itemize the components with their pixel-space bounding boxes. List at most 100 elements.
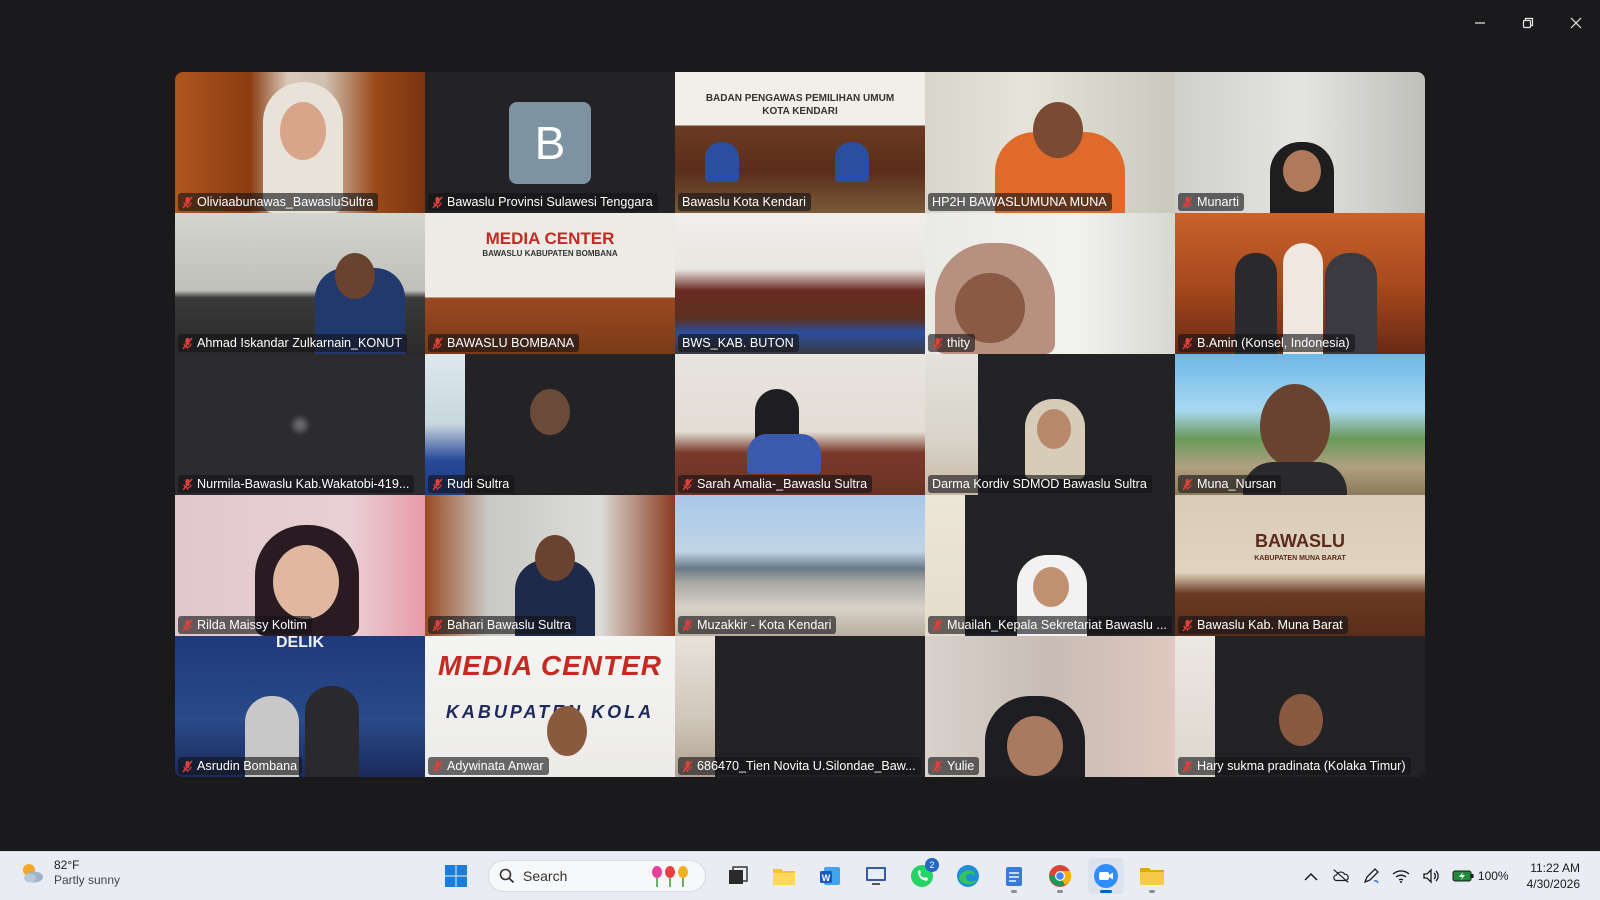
minimize-button[interactable] xyxy=(1456,0,1504,46)
participant-tile[interactable]: Ahmad Iskandar Zulkarnain_KONUT xyxy=(175,213,425,354)
folder-icon xyxy=(1140,868,1164,885)
participant-video xyxy=(675,213,925,354)
participant-face xyxy=(547,706,587,756)
muted-mic-icon xyxy=(1182,478,1193,490)
participant-tile[interactable]: BAWASLU KABUPATEN MUNA BARAT Bawaslu Kab… xyxy=(1175,495,1425,636)
weather-widget[interactable]: 82°F Partly sunny xyxy=(18,858,120,888)
participant-tile[interactable]: DELIK Asrudin Bombana xyxy=(175,636,425,777)
video-gallery: Oliviaabunawas_BawasluSultra B Bawaslu P… xyxy=(175,72,1425,777)
muted-mic-icon xyxy=(1182,196,1193,208)
onedrive-offline-button[interactable] xyxy=(1332,867,1350,885)
participant-face xyxy=(335,253,375,299)
cloud-off-icon xyxy=(1333,869,1349,883)
participant-name: thity xyxy=(947,336,971,350)
participant-face xyxy=(1033,567,1069,607)
participant-name-tag: HP2H BAWASLUMUNA MUNA xyxy=(928,193,1112,211)
participant-tile[interactable]: Muailah_Kepala Sekretariat Bawaslu ... xyxy=(925,495,1175,636)
participant-name-tag: Nurmila-Bawaslu Kab.Wakatobi-419... xyxy=(178,475,415,493)
muted-mic-icon xyxy=(682,478,693,490)
participant-name-tag: Darma Kordiv SDMOD Bawaslu Sultra xyxy=(928,475,1152,493)
clock-date: 4/30/2026 xyxy=(1526,877,1580,891)
battery-button[interactable]: 100% xyxy=(1452,867,1509,885)
participant-name: HP2H BAWASLUMUNA MUNA xyxy=(932,195,1107,209)
start-button[interactable] xyxy=(438,858,474,894)
participant-name: Asrudin Bombana xyxy=(197,759,298,773)
muted-mic-icon xyxy=(932,337,943,349)
windows-start-icon xyxy=(445,865,467,887)
participant-tile[interactable]: Bahari Bawaslu Sultra xyxy=(425,495,675,636)
chrome-button[interactable] xyxy=(1042,858,1078,894)
participant-avatar: B xyxy=(509,102,591,184)
participant-name: Sarah Amalia-_Bawaslu Sultra xyxy=(697,477,868,491)
clock-time: 11:22 AM xyxy=(1530,861,1580,875)
remote-desktop-button[interactable] xyxy=(858,858,894,894)
muted-mic-icon xyxy=(932,760,943,772)
folder-button[interactable] xyxy=(1134,858,1170,894)
muted-mic-icon xyxy=(1182,760,1193,772)
participant-tile[interactable]: Oliviaabunawas_BawasluSultra xyxy=(175,72,425,213)
participant-tile[interactable]: Muzakkir - Kota Kendari xyxy=(675,495,925,636)
participant-name: Yulie xyxy=(947,759,975,773)
participant-tile[interactable]: 686470_Tien Novita U.Silondae_Baw... xyxy=(675,636,925,777)
participant-tile[interactable]: Munarti xyxy=(1175,72,1425,213)
task-view-icon xyxy=(729,866,748,884)
participant-tile[interactable]: Hary sukma pradinata (Kolaka Timur) xyxy=(1175,636,1425,777)
participant-tile[interactable]: B Bawaslu Provinsi Sulawesi Tenggara xyxy=(425,72,675,213)
participant-tile[interactable]: MEDIA CENTER KABUPATEN KOLA Adywinata An… xyxy=(425,636,675,777)
word-button[interactable]: W xyxy=(812,858,848,894)
pen-menu-button[interactable] xyxy=(1362,867,1380,885)
participant-tile[interactable]: MEDIA CENTER BAWASLU KABUPATEN BOMBANA B… xyxy=(425,213,675,354)
search-placeholder: Search xyxy=(523,868,568,884)
participant-tile-active-speaker[interactable]: Darma Kordiv SDMOD Bawaslu Sultra xyxy=(925,354,1175,495)
participant-tile[interactable]: BWS_KAB. BUTON xyxy=(675,213,925,354)
video-banner-subtext: KABUPATEN MUNA BARAT xyxy=(1254,555,1346,562)
participant-name: Bahari Bawaslu Sultra xyxy=(447,618,571,632)
system-tray: 100% 11:22 AM 4/30/2026 xyxy=(1302,852,1580,900)
participant-name: Adywinata Anwar xyxy=(447,759,544,773)
participant-tile[interactable]: thity xyxy=(925,213,1175,354)
search-icon xyxy=(499,868,515,884)
participant-name-tag: Muailah_Kepala Sekretariat Bawaslu ... xyxy=(928,616,1172,634)
whatsapp-button[interactable]: 2 xyxy=(904,858,940,894)
participant-tile[interactable]: HP2H BAWASLUMUNA MUNA xyxy=(925,72,1175,213)
taskbar-search[interactable]: Search xyxy=(488,860,706,892)
participant-face xyxy=(280,102,326,160)
participant-name: Nurmila-Bawaslu Kab.Wakatobi-419... xyxy=(197,477,410,491)
participant-face xyxy=(1007,716,1063,776)
file-explorer-icon xyxy=(773,869,795,885)
participant-tile[interactable]: Rudi Sultra xyxy=(425,354,675,495)
remote-desktop-icon xyxy=(866,867,886,885)
participant-tile[interactable]: Rilda Maissy Koltim xyxy=(175,495,425,636)
participant-tile[interactable]: Nurmila-Bawaslu Kab.Wakatobi-419... xyxy=(175,354,425,495)
participant-name-tag: Bawaslu Kota Kendari xyxy=(678,193,811,211)
participant-name-tag: B.Amin (Konsel, Indonesia) xyxy=(1178,334,1355,352)
participant-name: Darma Kordiv SDMOD Bawaslu Sultra xyxy=(932,477,1147,491)
notepad-button[interactable] xyxy=(996,858,1032,894)
participant-name-tag: Rilda Maissy Koltim xyxy=(178,616,312,634)
partly-sunny-icon xyxy=(23,864,43,883)
file-explorer-button[interactable] xyxy=(766,858,802,894)
close-button[interactable] xyxy=(1552,0,1600,46)
participant-name-tag: Bahari Bawaslu Sultra xyxy=(428,616,576,634)
restore-button[interactable] xyxy=(1504,0,1552,46)
participant-name: Hary sukma pradinata (Kolaka Timur) xyxy=(1197,759,1406,773)
video-banner-text: DELIK xyxy=(276,636,324,651)
participant-name: Muzakkir - Kota Kendari xyxy=(697,618,832,632)
notification-badge: 2 xyxy=(925,858,939,872)
task-view-button[interactable] xyxy=(720,858,756,894)
participant-tile[interactable]: BADAN PENGAWAS PEMILIHAN UMUM KOTA KENDA… xyxy=(675,72,925,213)
muted-mic-icon xyxy=(1182,337,1193,349)
volume-button[interactable] xyxy=(1422,867,1440,885)
participant-tile[interactable]: Sarah Amalia-_Bawaslu Sultra xyxy=(675,354,925,495)
clock[interactable]: 11:22 AM 4/30/2026 xyxy=(1527,860,1580,892)
participant-tile[interactable]: B.Amin (Konsel, Indonesia) xyxy=(1175,213,1425,354)
participant-name-tag: Rudi Sultra xyxy=(428,475,515,493)
participant-tile[interactable]: Muna_Nursan xyxy=(1175,354,1425,495)
participant-tile[interactable]: Yulie xyxy=(925,636,1175,777)
show-hidden-icons-button[interactable] xyxy=(1302,867,1320,885)
wifi-button[interactable] xyxy=(1392,867,1410,885)
muted-mic-icon xyxy=(432,760,443,772)
muted-mic-icon xyxy=(682,619,693,631)
zoom-button[interactable] xyxy=(1088,858,1124,894)
edge-button[interactable] xyxy=(950,858,986,894)
